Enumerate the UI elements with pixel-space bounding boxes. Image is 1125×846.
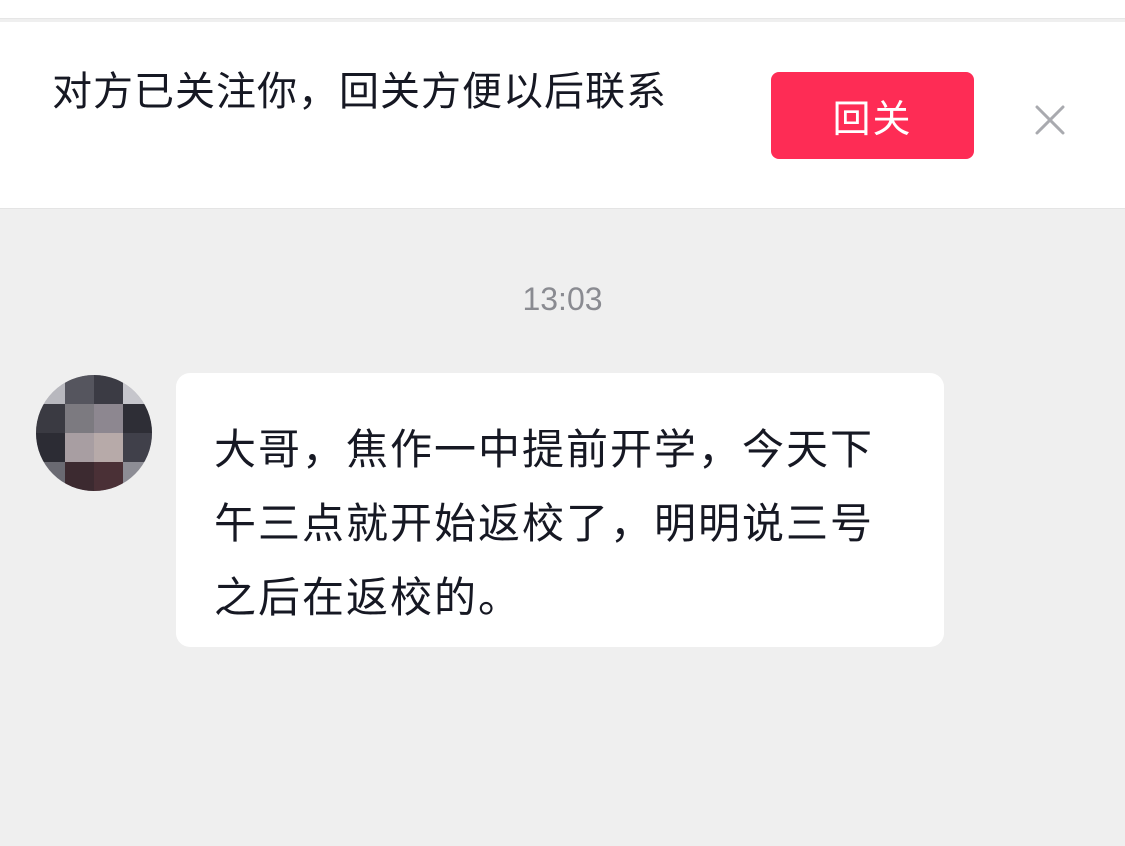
- chat-area: 13:03 大哥，焦作一中提前开学，今天下午三点就开始返校了，明明说三号之后在返…: [0, 209, 1125, 846]
- top-divider: [0, 0, 1125, 19]
- pixelated-avatar-image: [36, 375, 152, 491]
- message-text: 大哥，焦作一中提前开学，今天下午三点就开始返校了，明明说三号之后在返校的。: [214, 425, 875, 622]
- follow-notice-text: 对方已关注你，回关方便以后联系: [52, 69, 667, 115]
- close-banner-button[interactable]: [1022, 92, 1078, 148]
- incoming-message-bubble[interactable]: 大哥，焦作一中提前开学，今天下午三点就开始返校了，明明说三号之后在返校的。: [176, 373, 944, 647]
- message-timestamp: 13:03: [522, 281, 603, 317]
- follow-back-button[interactable]: 回关: [771, 72, 974, 159]
- sender-avatar[interactable]: [36, 375, 152, 491]
- close-icon: [1035, 105, 1065, 135]
- follow-back-banner: 对方已关注你，回关方便以后联系 回关: [0, 22, 1125, 209]
